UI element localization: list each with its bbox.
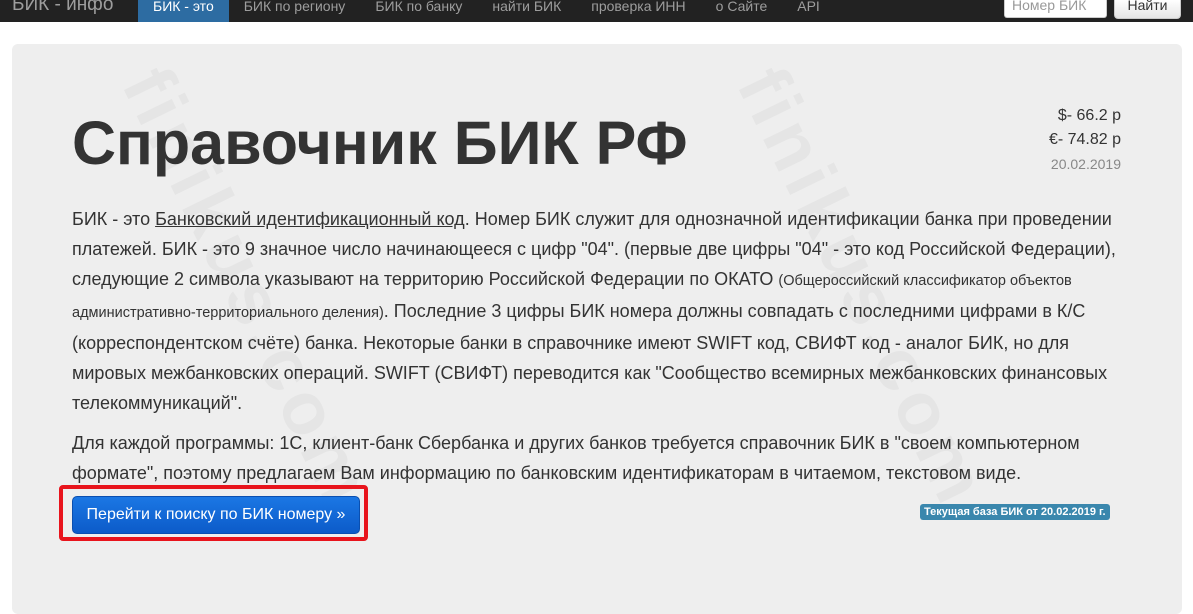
rates-date: 20.02.2019	[1050, 156, 1121, 172]
database-date-label: Текущая база БИК от 20.02.2019 г.	[920, 504, 1110, 520]
description: БИК - это Банковский идентификационный к…	[72, 204, 1122, 498]
usd-rate: $- 66.2 р	[1057, 107, 1121, 124]
top-navbar: БИК - инфо БИК - это БИК по региону БИК …	[0, 0, 1193, 22]
bik-definition-link[interactable]: Банковский идентификационный код	[155, 209, 465, 229]
nav-menu: БИК - это БИК по региону БИК по банку на…	[138, 0, 835, 22]
nav-item-api[interactable]: API	[782, 0, 835, 22]
search-button[interactable]: Найти	[1114, 0, 1181, 19]
nav-item-find-bik[interactable]: найти БИК	[477, 0, 576, 22]
go-to-bik-search-button[interactable]: Перейти к поиску по БИК номеру »	[72, 496, 360, 534]
nav-item-bik-by-region[interactable]: БИК по региону	[229, 0, 361, 22]
text-fragment: БИК - это	[72, 209, 156, 229]
jumbotron: finikus.com finikus.com Справочник БИК Р…	[12, 44, 1182, 614]
page-title: Справочник БИК РФ	[72, 109, 688, 177]
description-paragraph: БИК - это Банковский идентификационный к…	[72, 204, 1122, 418]
currency-rates: $- 66.2 р €- 74.82 р 20.02.2019	[1049, 104, 1121, 176]
nav-item-check-inn[interactable]: проверка ИНН	[576, 0, 700, 22]
nav-item-bik-by-bank[interactable]: БИК по банку	[360, 0, 477, 22]
nav-item-about-site[interactable]: о Сайте	[701, 0, 783, 22]
bik-search-input[interactable]: Номер БИК	[1004, 0, 1107, 18]
nav-item-bik-about[interactable]: БИК - это	[138, 0, 229, 22]
brand-logo[interactable]: БИК - инфо	[12, 0, 113, 17]
program-paragraph: Для каждой программы: 1С, клиент-банк Сб…	[72, 433, 1080, 483]
eur-rate: €- 74.82 р	[1048, 131, 1121, 148]
